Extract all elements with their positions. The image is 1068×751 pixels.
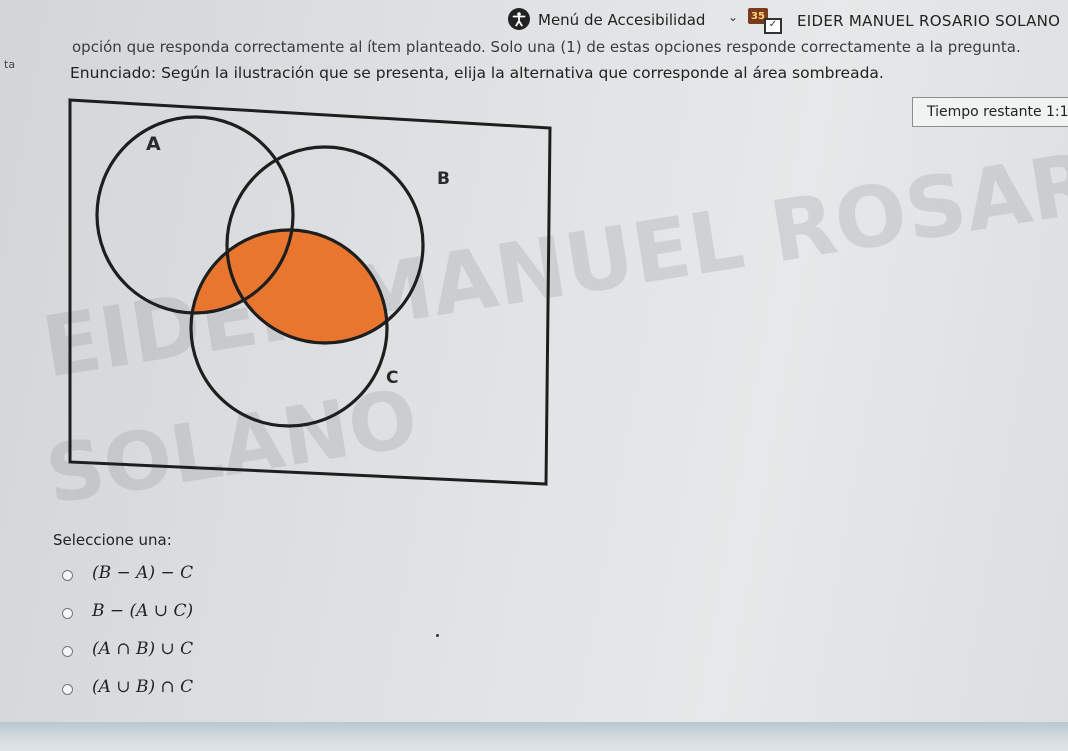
answer-option-text[interactable]: (A ∩ B) ∪ C (92, 639, 193, 659)
accessibility-icon[interactable] (508, 8, 530, 30)
answer-option-text[interactable]: B − (A ∪ C) (92, 601, 193, 621)
radio-button[interactable] (62, 570, 73, 581)
radio-button[interactable] (62, 684, 73, 695)
select-one-prompt: Seleccione una: (53, 531, 172, 549)
question-instruction: opción que responda correctamente al íte… (72, 38, 1021, 56)
stray-dot (436, 634, 439, 637)
answer-option-text[interactable]: (B − A) − C (92, 563, 193, 583)
checkbox-icon[interactable]: ✓ (764, 18, 782, 34)
accessibility-menu-label[interactable]: Menú de Accesibilidad (538, 11, 705, 29)
bottom-bar (0, 722, 1068, 751)
set-b-label: B (437, 169, 450, 189)
radio-button[interactable] (62, 608, 73, 619)
time-remaining-box: Tiempo restante 1:1 (912, 97, 1068, 127)
side-tab-fragment: ta (4, 58, 16, 71)
answer-option-3[interactable]: (A ∩ B) ∪ C (60, 634, 360, 672)
answer-option-4[interactable]: (A ∪ B) ∩ C (60, 672, 360, 710)
set-a-label: A (146, 133, 161, 155)
answer-option-1[interactable]: (B − A) − C (60, 558, 360, 596)
set-a-circle (95, 115, 295, 315)
top-bar: Menú de Accesibilidad ⌄ 35 ✓ EIDER MANUE… (0, 0, 1068, 34)
answer-option-text[interactable]: (A ∪ B) ∩ C (92, 677, 193, 697)
user-name[interactable]: EIDER MANUEL ROSARIO SOLANO (797, 12, 1060, 30)
answer-option-2[interactable]: B − (A ∪ C) (60, 596, 360, 634)
time-remaining-label: Tiempo restante 1:1 (927, 104, 1068, 120)
set-c-label: C (386, 368, 398, 388)
radio-button[interactable] (62, 646, 73, 657)
answer-options: (B − A) − C B − (A ∪ C) (A ∩ B) ∪ C (A ∪… (60, 558, 360, 710)
venn-diagram: A B C U (68, 98, 552, 486)
chevron-down-icon[interactable]: ⌄ (728, 10, 738, 24)
question-statement: Enunciado: Según la ilustración que se p… (70, 64, 884, 82)
